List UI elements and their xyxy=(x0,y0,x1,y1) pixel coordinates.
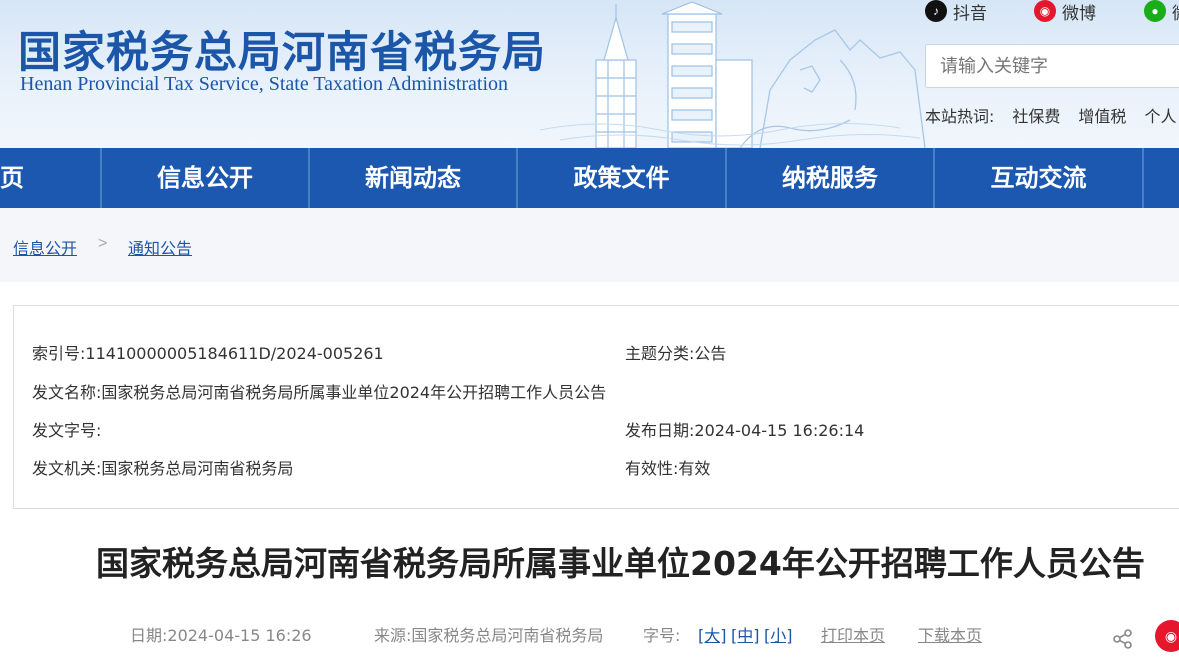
header-banner: 国家税务总局河南省税务局 Henan Provincial Tax Servic… xyxy=(0,0,1179,148)
hot-word-link[interactable]: 增值税 xyxy=(1078,103,1126,127)
weibo-icon: ◉ xyxy=(1034,0,1056,22)
site-title: 国家税务总局河南省税务局 xyxy=(18,28,546,78)
meta-validity: 有效性:有效 xyxy=(625,459,711,478)
breadcrumb-notices[interactable]: 通知公告 xyxy=(128,235,192,259)
site-subtitle: Henan Provincial Tax Service, State Taxa… xyxy=(20,73,509,95)
douyin-label: 抖音 xyxy=(953,3,987,23)
hot-word-link[interactable]: 个人 xyxy=(1144,103,1176,127)
chevron-right-icon: > xyxy=(98,235,108,252)
meta-publish-date: 发布日期:2024-04-15 16:26:14 xyxy=(625,421,865,440)
hot-word-link[interactable]: 社保费 xyxy=(1012,103,1060,127)
wechat-label: 微 xyxy=(1172,0,1179,24)
font-size-large-button[interactable]: [大] xyxy=(698,622,727,646)
print-button[interactable]: 打印本页 xyxy=(821,622,885,646)
article-title: 国家税务总局河南省税务局所属事业单位2024年公开招聘工作人员公告 xyxy=(96,544,1145,583)
nav-item-interaction[interactable]: 互动交流 xyxy=(935,148,1144,208)
meta-doc-no: 发文字号: xyxy=(32,421,102,440)
weibo-share-icon[interactable]: ◉ xyxy=(1155,620,1179,652)
douyin-link[interactable]: ♪ 抖音 xyxy=(925,0,987,23)
article-source: 来源:国家税务总局河南省税务局 xyxy=(374,626,604,645)
nav-item-home[interactable]: 页 xyxy=(0,148,102,208)
douyin-icon: ♪ xyxy=(925,0,947,22)
meta-index-no: 索引号:11410000005184611D/2024-005261 xyxy=(32,344,384,363)
font-size-label: 字号: xyxy=(643,626,681,645)
meta-doc-name: 发文名称:国家税务总局河南省税务局所属事业单位2024年公开招聘工作人员公告 xyxy=(32,383,607,402)
nav-item-info-disclosure[interactable]: 信息公开 xyxy=(102,148,310,208)
hot-words: 本站热词: 社保费 增值税 个人 xyxy=(925,103,1176,127)
article-date: 日期:2024-04-15 16:26 xyxy=(130,626,312,645)
nav-item-policy[interactable]: 政策文件 xyxy=(518,148,727,208)
main-nav: 页 信息公开 新闻动态 政策文件 纳税服务 互动交流 xyxy=(0,148,1179,208)
font-size-medium-button[interactable]: [中] xyxy=(731,622,760,646)
breadcrumb-info-disclosure[interactable]: 信息公开 xyxy=(13,235,77,259)
nav-item-news[interactable]: 新闻动态 xyxy=(310,148,518,208)
download-button[interactable]: 下载本页 xyxy=(918,622,982,646)
share-icon[interactable] xyxy=(1112,628,1134,650)
wechat-icon: ● xyxy=(1144,0,1166,22)
hot-words-label: 本站热词: xyxy=(925,107,995,126)
font-size-small-button[interactable]: [小] xyxy=(764,622,793,646)
wechat-link[interactable]: ● 微 xyxy=(1144,0,1179,24)
nav-item-tax-service[interactable]: 纳税服务 xyxy=(727,148,935,208)
weibo-link[interactable]: ◉ 微博 xyxy=(1034,0,1096,23)
weibo-label: 微博 xyxy=(1062,3,1096,23)
meta-topic: 主题分类:公告 xyxy=(625,344,727,363)
search-input[interactable] xyxy=(925,44,1179,88)
meta-issuer: 发文机关:国家税务总局河南省税务局 xyxy=(32,459,294,478)
